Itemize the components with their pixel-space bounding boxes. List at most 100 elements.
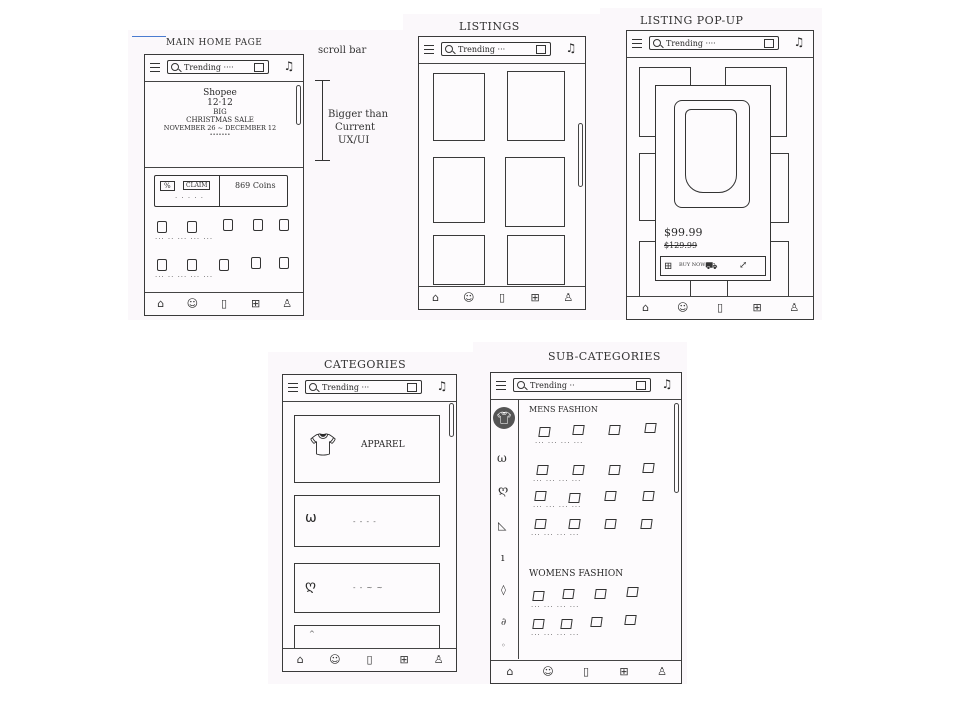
bag-icon[interactable]: ▯ xyxy=(217,297,231,311)
subcategory-item[interactable] xyxy=(536,465,549,475)
category-icon[interactable]: ∂ xyxy=(501,617,506,628)
subcategory-item[interactable] xyxy=(534,491,547,501)
home-icon[interactable]: ⌂ xyxy=(639,301,653,315)
menu-icon[interactable] xyxy=(632,39,642,48)
listing-tile[interactable] xyxy=(433,157,485,223)
smile-icon[interactable]: ☺ xyxy=(462,291,476,305)
bag-icon[interactable]: ▯ xyxy=(495,291,509,305)
subcategory-item[interactable] xyxy=(604,519,617,529)
category-icon[interactable]: ◺ xyxy=(498,519,506,532)
category-item[interactable] xyxy=(187,221,197,233)
home-icon[interactable]: ⌂ xyxy=(154,297,168,311)
cart-icon[interactable]: ⊞ xyxy=(664,261,672,272)
bell-icon[interactable]: ♫ xyxy=(283,60,295,73)
menu-icon[interactable] xyxy=(424,45,434,54)
category-item[interactable] xyxy=(157,259,167,271)
subcategory-item[interactable] xyxy=(644,423,657,433)
subcategory-item[interactable] xyxy=(640,519,653,529)
user-icon[interactable]: ♙ xyxy=(561,291,575,305)
subcategory-item[interactable] xyxy=(568,519,581,529)
subcategory-item[interactable] xyxy=(594,589,607,599)
subcategory-item[interactable] xyxy=(642,463,655,473)
subcategory-item[interactable] xyxy=(532,591,545,601)
subcategory-item[interactable] xyxy=(572,465,585,475)
scroll-bar[interactable] xyxy=(296,85,301,125)
subcategory-item[interactable] xyxy=(532,619,545,629)
camera-icon[interactable] xyxy=(254,63,264,72)
search-input[interactable]: Trending ···· xyxy=(167,60,269,74)
listing-tile[interactable] xyxy=(433,73,485,141)
subcategory-item[interactable] xyxy=(608,425,621,435)
category-icon[interactable]: ◦ xyxy=(501,641,506,650)
category-item[interactable] xyxy=(251,257,261,269)
user-icon[interactable]: ♙ xyxy=(655,665,669,679)
voucher-box[interactable]: % CLAIM 869 Coins · · · · · xyxy=(154,175,288,207)
bell-icon[interactable]: ♫ xyxy=(565,42,577,55)
listing-tile[interactable] xyxy=(507,71,565,141)
subcategory-item[interactable] xyxy=(568,493,581,503)
listing-tile[interactable] xyxy=(433,235,485,285)
subcategory-item[interactable] xyxy=(608,465,621,475)
cart-icon[interactable]: ⊞ xyxy=(528,291,542,305)
subcategory-item[interactable] xyxy=(604,491,617,501)
bag-icon[interactable]: ▯ xyxy=(362,653,376,667)
car-icon[interactable]: ⛟ xyxy=(705,261,718,274)
category-item[interactable] xyxy=(187,259,197,271)
category-icon[interactable]: ω xyxy=(497,451,507,465)
bag-icon[interactable]: ▯ xyxy=(713,301,727,315)
search-input[interactable]: Trending ·· xyxy=(513,378,651,392)
user-icon[interactable]: ♙ xyxy=(432,653,446,667)
camera-icon[interactable] xyxy=(407,383,417,392)
sale-banner[interactable]: Shopee 12·12 BIG CHRISTMAS SALE NOVEMBER… xyxy=(145,83,295,167)
category-item[interactable] xyxy=(279,257,289,269)
cart-icon[interactable]: ⊞ xyxy=(617,665,631,679)
user-icon[interactable]: ♙ xyxy=(280,297,294,311)
search-input[interactable]: Trending ··· xyxy=(305,380,422,394)
category-item[interactable] xyxy=(157,221,167,233)
category-icon[interactable]: ı xyxy=(501,551,505,564)
subcategory-item[interactable] xyxy=(590,617,603,627)
category-item[interactable] xyxy=(219,259,229,271)
category-item[interactable] xyxy=(253,219,263,231)
listing-tile[interactable] xyxy=(505,157,565,227)
buy-now-button[interactable]: BUY NOW xyxy=(679,262,705,268)
subcategory-item[interactable] xyxy=(534,519,547,529)
home-icon[interactable]: ⌂ xyxy=(293,653,307,667)
subcategory-item[interactable] xyxy=(624,615,637,625)
menu-icon[interactable] xyxy=(288,383,298,392)
category-icon[interactable]: ღ xyxy=(498,483,508,497)
category-icon[interactable]: ◊ xyxy=(501,585,506,596)
subcategory-item[interactable] xyxy=(642,491,655,501)
home-icon[interactable]: ⌂ xyxy=(429,291,443,305)
share-icon[interactable]: ⤢ xyxy=(739,260,747,271)
category-apparel[interactable]: 👕︎ APPAREL xyxy=(294,415,440,483)
subcategory-item[interactable] xyxy=(560,619,573,629)
menu-icon[interactable] xyxy=(496,381,506,390)
smile-icon[interactable]: ☺ xyxy=(328,653,342,667)
bag-icon[interactable]: ▯ xyxy=(579,665,593,679)
product-popup[interactable]: $99.99 $129.99 ⊞ BUY NOW ⛟ ⤢ xyxy=(655,85,771,281)
category-row[interactable]: ღ - - ~ ~ xyxy=(294,563,440,613)
subcategory-item[interactable] xyxy=(538,427,551,437)
subcategory-item[interactable] xyxy=(626,587,639,597)
smile-icon[interactable]: ☺ xyxy=(185,297,199,311)
bell-icon[interactable]: ♫ xyxy=(436,380,448,393)
camera-icon[interactable] xyxy=(536,45,546,54)
smile-icon[interactable]: ☺ xyxy=(676,301,690,315)
camera-icon[interactable] xyxy=(764,39,774,48)
subcategory-item[interactable] xyxy=(572,425,585,435)
scroll-bar[interactable] xyxy=(578,123,583,187)
cart-icon[interactable]: ⊞ xyxy=(397,653,411,667)
cart-icon[interactable]: ⊞ xyxy=(249,297,263,311)
search-input[interactable]: Trending ··· xyxy=(441,42,551,56)
search-input[interactable]: Trending ···· xyxy=(649,36,779,50)
apparel-category-active[interactable]: 👕︎ xyxy=(493,407,515,429)
home-icon[interactable]: ⌂ xyxy=(503,665,517,679)
user-icon[interactable]: ♙ xyxy=(787,301,801,315)
scroll-bar[interactable] xyxy=(674,403,679,493)
menu-icon[interactable] xyxy=(150,63,160,72)
category-item[interactable] xyxy=(223,219,233,231)
smile-icon[interactable]: ☺ xyxy=(541,665,555,679)
subcategory-item[interactable] xyxy=(562,589,575,599)
listing-tile[interactable] xyxy=(507,235,565,285)
